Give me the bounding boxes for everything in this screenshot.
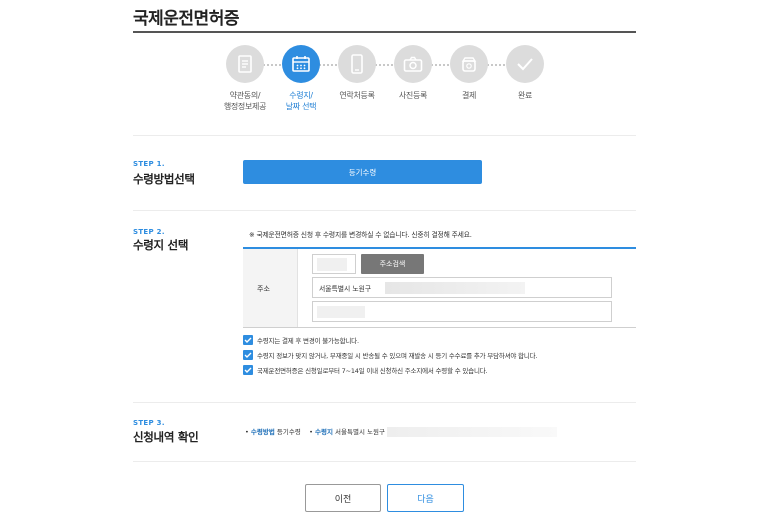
- agree-checkbox-label: 수령지는 결제 후 변경이 불가능합니다.: [257, 337, 359, 345]
- application-summary: • 수령방법 등기수령 • 수령지 서울특별시 노원구: [245, 426, 557, 437]
- section-divider: [133, 210, 636, 211]
- wallet-icon: [460, 55, 478, 73]
- progress-stepper: 약관동의/ 행정정보제공 수령지/ 날짜 선택 연락처등록 사진등록 결제 완료: [222, 45, 548, 125]
- checkbox-checked-icon[interactable]: [243, 350, 253, 360]
- address-label-cell: 주소: [243, 249, 298, 327]
- agree-checkbox-label: 국제운전면허증은 신청일로부터 7~14일 이내 신청하신 주소지에서 수령할 …: [257, 367, 488, 375]
- check-icon: [516, 57, 534, 71]
- step-complete-label: 완료: [517, 91, 533, 100]
- step-payment-circle: [450, 45, 488, 83]
- camera-icon: [403, 56, 423, 72]
- phone-icon: [350, 54, 364, 74]
- address-line2-field[interactable]: [312, 301, 612, 322]
- title-divider: [133, 31, 636, 33]
- registered-mail-button[interactable]: 등기수령: [243, 160, 482, 184]
- step-terms-label: 약관동의/ 행정정보제공: [223, 91, 267, 111]
- step-terms: 약관동의/ 행정정보제공: [215, 45, 275, 112]
- step3-title: 신청내역 확인: [133, 430, 199, 444]
- section-divider: [133, 461, 636, 462]
- document-icon: [237, 55, 253, 73]
- step-payment-label: 결제: [461, 91, 477, 100]
- agree-checkbox-row[interactable]: 수령지 정보가 맞지 않거나, 부재중일 시 반송될 수 있으며 재발송 시 등…: [243, 349, 537, 361]
- summary-place-detail: [386, 427, 557, 437]
- summary-method-value: 등기수령: [276, 428, 301, 436]
- step-contact-circle: [338, 45, 376, 83]
- zipcode-field[interactable]: [312, 254, 356, 274]
- page-title: 국제운전면허증: [133, 9, 239, 29]
- summary-place-value: 서울특별시 노원구: [335, 428, 385, 436]
- address-line1-value: 서울특별시 노원구: [319, 285, 372, 293]
- summary-method-key: 수령방법: [250, 428, 275, 436]
- step-contact-label: 연락처등록: [339, 91, 375, 100]
- summary-place-key: 수령지: [315, 428, 333, 436]
- step-contact: 연락처등록: [327, 45, 387, 101]
- address-notice: ※ 국제운전면허증 신청 후 수령지를 변경하실 수 없습니다. 신중히 결정해…: [249, 231, 472, 239]
- address-line1-field[interactable]: 서울특별시 노원구: [312, 277, 612, 298]
- next-button[interactable]: 다음: [387, 484, 464, 512]
- step-payment: 결제: [439, 45, 499, 101]
- checkbox-checked-icon[interactable]: [243, 365, 253, 375]
- section-divider: [133, 135, 636, 136]
- prev-button[interactable]: 이전: [305, 484, 381, 512]
- step-address-date-label: 수령지/ 날짜 선택: [285, 91, 317, 111]
- calendar-icon: [291, 55, 311, 73]
- step3-kicker: STEP 3.: [133, 419, 165, 427]
- agree-checkbox-row[interactable]: 수령지는 결제 후 변경이 불가능합니다.: [243, 334, 359, 346]
- address-line1-detail: [385, 282, 525, 294]
- step1-title: 수령방법선택: [133, 172, 195, 186]
- section-divider: [133, 402, 636, 403]
- step-photo-label: 사진등록: [398, 91, 428, 100]
- step1-kicker: STEP 1.: [133, 160, 165, 168]
- zipcode-value: [317, 258, 347, 271]
- step-address-date-circle: [282, 45, 320, 83]
- step-photo-circle: [394, 45, 432, 83]
- step-complete-circle: [506, 45, 544, 83]
- step2-kicker: STEP 2.: [133, 228, 165, 236]
- step-complete: 완료: [495, 45, 555, 101]
- agree-checkbox-row[interactable]: 국제운전면허증은 신청일로부터 7~14일 이내 신청하신 주소지에서 수령할 …: [243, 364, 488, 376]
- checkbox-checked-icon[interactable]: [243, 335, 253, 345]
- step2-title: 수령지 선택: [133, 238, 189, 252]
- address-label: 주소: [257, 285, 270, 293]
- step-photo: 사진등록: [383, 45, 443, 101]
- step-address-date: 수령지/ 날짜 선택: [271, 45, 331, 112]
- address-line2-value: [317, 306, 365, 318]
- agree-checkbox-label: 수령지 정보가 맞지 않거나, 부재중일 시 반송될 수 있으며 재발송 시 등…: [257, 352, 538, 360]
- address-search-button[interactable]: 주소검색: [361, 254, 424, 274]
- step-terms-circle: [226, 45, 264, 83]
